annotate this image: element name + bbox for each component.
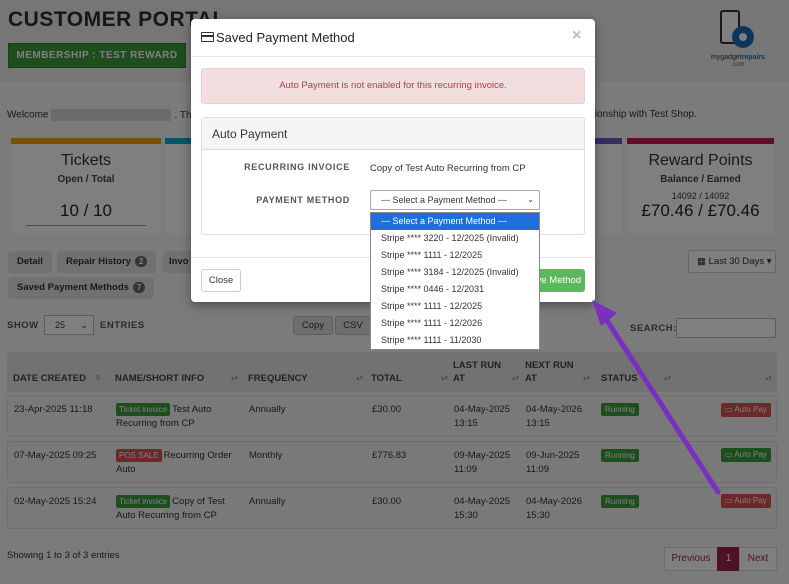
option-payment-method[interactable]: Stripe **** 0446 - 12/2031 [371,281,539,298]
recurring-invoice-label: RECURRING INVOICE [244,162,350,172]
credit-card-icon [201,32,214,42]
option-payment-method[interactable]: Stripe **** 3184 - 12/2025 (Invalid) [371,264,539,281]
modal-header: Saved Payment Method × [191,19,595,57]
option-payment-method[interactable]: Stripe **** 1111 - 12/2026 [371,315,539,332]
option-placeholder[interactable]: --- Select a Payment Method --- [371,213,539,230]
panel-title: Auto Payment [212,127,288,141]
close-icon[interactable]: × [572,27,581,45]
payment-method-select[interactable]: --- Select a Payment Method --- ⌄ [370,190,540,210]
option-payment-method[interactable]: Stripe **** 3220 - 12/2025 (Invalid) [371,230,539,247]
chevron-down-icon: ⌄ [527,195,534,204]
modal-title: Saved Payment Method [216,30,355,45]
panel-heading: Auto Payment [202,118,584,150]
auto-payment-alert: Auto Payment is not enabled for this rec… [201,68,585,104]
option-payment-method[interactable]: Stripe **** 1111 - 12/2025 [371,298,539,315]
payment-method-label: PAYMENT METHOD [256,195,350,205]
option-payment-method[interactable]: Stripe **** 1111 - 11/2030 [371,332,539,349]
payment-method-dropdown: --- Select a Payment Method --- Stripe *… [370,212,540,350]
recurring-invoice-value: Copy of Test Auto Recurring from CP [370,163,526,174]
close-button[interactable]: Close [201,269,241,292]
option-payment-method[interactable]: Stripe **** 1111 - 12/2025 [371,247,539,264]
